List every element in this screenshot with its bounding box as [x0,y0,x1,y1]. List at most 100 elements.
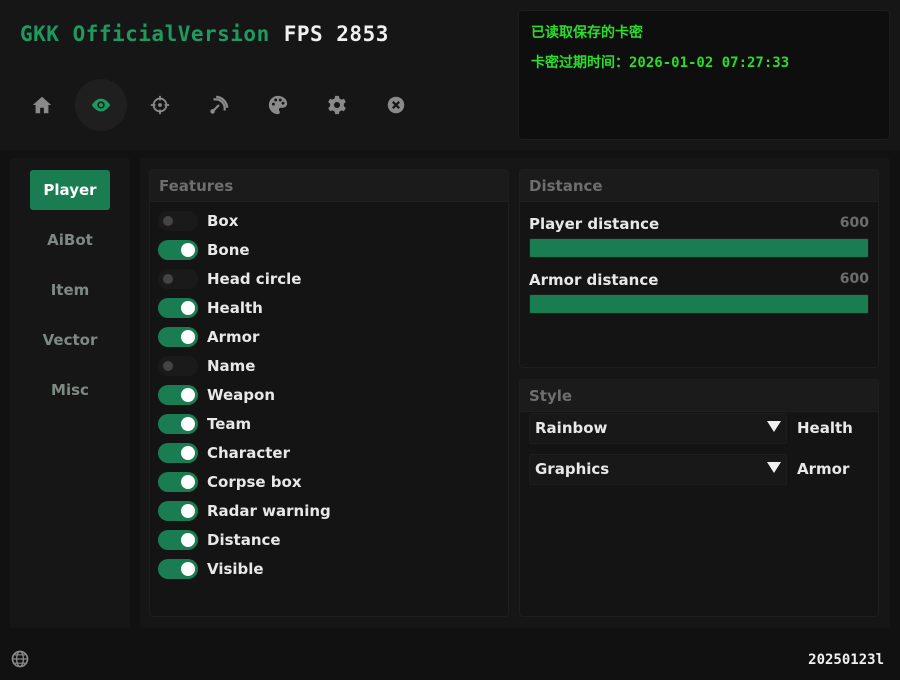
eye-icon [91,98,111,112]
radar-tab[interactable] [193,79,245,131]
feature-label: Visible [207,559,264,578]
feature-label: Team [207,414,252,433]
sidebar-item-player[interactable]: Player [30,170,110,210]
feature-label: Corpse box [207,472,302,491]
player-distance-slider[interactable] [529,238,869,258]
toggle-armor[interactable] [158,326,198,347]
feature-row-radar-warning: Radar warning [150,496,508,525]
feature-row-name: Name [150,351,508,380]
feature-label: Name [207,356,256,375]
select-value: Rainbow [535,419,608,437]
select-label: Health [797,419,853,437]
toggle-name[interactable] [158,355,198,376]
feature-label: Bone [207,240,250,259]
exit-tab[interactable] [370,79,422,131]
slider-label: Armor distance [529,271,659,289]
toggle-radar-warning[interactable] [158,500,198,521]
feature-label: Distance [207,530,281,549]
feature-label: Armor [207,327,260,346]
slider-fill [530,295,868,313]
feature-label: Box [207,211,239,230]
brand-name: GKK OfficialVersion [20,22,270,46]
toggle-weapon[interactable] [158,384,198,405]
settings-tab[interactable] [311,79,363,131]
toggle-knob [181,416,195,431]
feature-label: Radar warning [207,501,331,520]
slider-value: 600 [839,271,869,287]
toggle-box[interactable] [158,210,198,231]
toggle-health[interactable] [158,297,198,318]
sidebar-item-item[interactable]: Item [30,270,110,310]
toggle-visible[interactable] [158,558,198,579]
feature-row-character: Character [150,438,508,467]
globe-icon[interactable] [10,649,30,669]
home-tab[interactable] [16,79,68,131]
feature-row-bone: Bone [150,235,508,264]
toggle-knob [181,503,195,518]
aim-tab[interactable] [134,79,186,131]
feature-row-distance: Distance [150,525,508,554]
license-status: 已读取保存的卡密 [531,25,643,41]
toggle-team[interactable] [158,413,198,434]
distance-title: Distance [520,170,878,202]
sidebar-item-vector[interactable]: Vector [30,320,110,360]
style-row-armor: Graphics Armor [529,453,878,485]
build-version: 20250123l [808,652,884,668]
license-info-panel: 已读取保存的卡密 卡密过期时间：2026-01-02 07:27:33 [518,10,890,140]
armor-distance-slider-block: Armor distance 600 [520,271,878,314]
feature-label: Character [207,443,290,462]
toggle-knob [163,215,173,226]
toggle-distance[interactable] [158,529,198,550]
toggle-bone[interactable] [158,239,198,260]
home-icon [32,96,52,114]
feature-label: Health [207,298,263,317]
color-tab[interactable] [252,79,304,131]
toggle-head-circle[interactable] [158,268,198,289]
feature-row-box: Box [150,206,508,235]
health-style-select[interactable]: Rainbow [529,412,787,444]
toggle-knob [163,360,173,371]
close-icon [387,96,405,114]
fps-counter: FPS 2853 [283,22,389,46]
toggle-knob [181,387,195,402]
toggle-knob [181,474,195,489]
header: GKK OfficialVersion FPS 2853 已读取保存的卡密 卡密过… [0,0,900,150]
toggle-knob [181,300,195,315]
feature-label: Head circle [207,269,302,288]
toggle-knob [163,273,173,284]
distance-panel: Distance Player distance 600 Armor dista… [519,169,879,368]
toggle-knob [181,445,195,460]
toggle-knob [181,242,195,257]
feature-row-armor: Armor [150,322,508,351]
toggle-knob [181,561,195,576]
armor-distance-slider[interactable] [529,294,869,314]
slider-fill [530,239,868,257]
footer: 20250123l [0,640,900,680]
sidebar: Player AiBot Item Vector Misc [10,158,130,628]
caret-down-icon [767,420,781,432]
features-title: Features [150,170,508,202]
app-title: GKK OfficialVersion FPS 2853 [20,22,389,46]
select-label: Armor [797,460,850,478]
features-panel: Features Box Bone Head circle Health Arm… [149,169,509,617]
toggle-corpse-box[interactable] [158,471,198,492]
style-title: Style [520,380,878,412]
toggle-character[interactable] [158,442,198,463]
gear-icon [328,95,346,115]
slider-value: 600 [839,215,869,231]
player-distance-slider-block: Player distance 600 [520,215,878,258]
caret-down-icon [767,461,781,473]
feature-row-visible: Visible [150,554,508,583]
style-panel: Style Rainbow Health Graphics Armor [519,379,879,617]
sidebar-item-misc[interactable]: Misc [30,370,110,410]
feature-list: Box Bone Head circle Health Armor Name W… [150,202,508,583]
toggle-knob [181,329,195,344]
sidebar-item-aibot[interactable]: AiBot [30,220,110,260]
slider-label: Player distance [529,215,660,233]
select-value: Graphics [535,460,610,478]
feature-row-corpse-box: Corpse box [150,467,508,496]
feature-row-weapon: Weapon [150,380,508,409]
armor-style-select[interactable]: Graphics [529,453,787,485]
toolbar [16,78,429,132]
visuals-tab[interactable] [75,79,127,131]
